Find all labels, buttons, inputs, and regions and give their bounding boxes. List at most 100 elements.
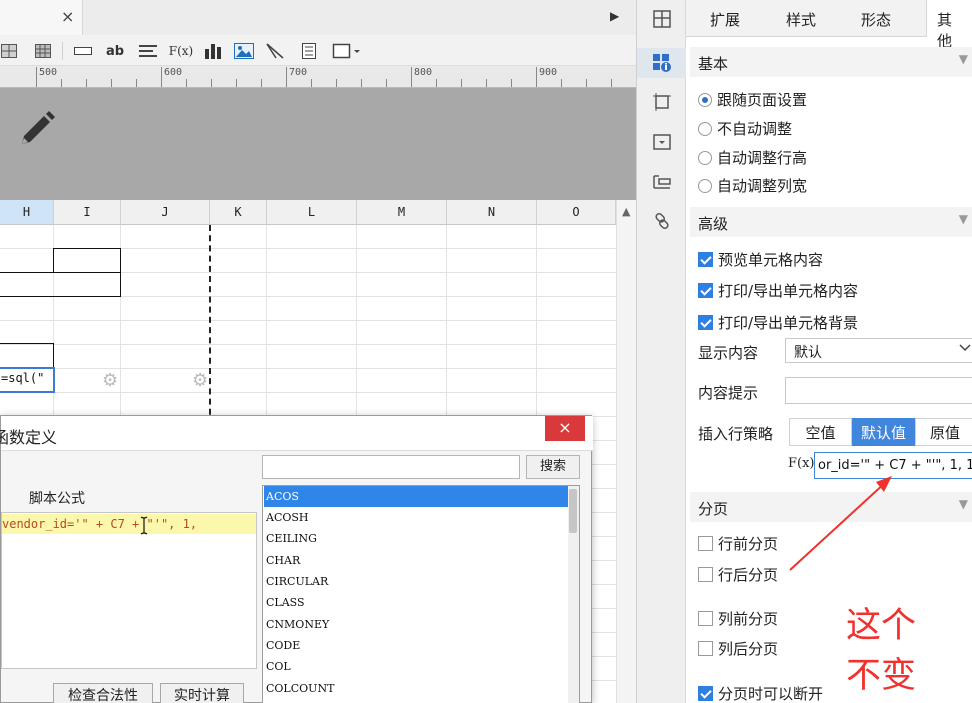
column-header-m[interactable]: M <box>357 200 447 225</box>
checkbox-icon[interactable] <box>698 567 713 582</box>
scrollbar-thumb[interactable] <box>569 489 577 533</box>
bordered-cell[interactable] <box>0 272 121 297</box>
column-header-j[interactable]: J <box>121 200 210 225</box>
border-dropdown-icon[interactable] <box>330 41 364 61</box>
chart-icon[interactable] <box>202 41 224 61</box>
section-collapse-icon[interactable]: ▼ <box>959 212 968 226</box>
radio-icon[interactable] <box>698 178 712 193</box>
function-item[interactable]: CEILING <box>264 528 568 549</box>
checkbox-icon[interactable] <box>698 641 713 656</box>
script-formula-line[interactable]: vendor_id='" + C7 + "'", 1, <box>2 514 256 534</box>
formula-cell-text: =sql(" <box>1 371 45 385</box>
section-collapse-icon[interactable]: ▼ <box>959 497 968 511</box>
function-item[interactable]: CLASS <box>264 592 568 613</box>
gear-icon[interactable]: ⚙ <box>102 370 118 391</box>
hyperlink-icon[interactable] <box>651 210 673 232</box>
function-item[interactable]: COLCOUNT <box>264 678 568 699</box>
image-icon[interactable] <box>233 41 255 61</box>
check-break-after-col[interactable]: 列后分页 <box>698 638 778 659</box>
function-list[interactable]: ACOS ACOSH CEILING CHAR CIRCULAR CLASS C… <box>262 485 580 703</box>
tab-form[interactable]: 形态 <box>861 9 891 30</box>
column-header-i[interactable]: I <box>54 200 121 225</box>
section-basic[interactable]: 基本 ▼ <box>690 47 972 77</box>
condition-attribute-icon[interactable] <box>651 171 673 193</box>
column-header-k[interactable]: K <box>210 200 267 225</box>
check-print-content[interactable]: 打印/导出单元格内容 <box>698 280 858 301</box>
tab-close-icon[interactable]: × <box>61 7 74 26</box>
column-header-o[interactable]: O <box>537 200 616 225</box>
cell-attributes-icon[interactable] <box>637 48 686 78</box>
edit-pencil-icon[interactable] <box>16 106 58 152</box>
radio-icon[interactable] <box>698 121 712 136</box>
insert-option-original[interactable]: 原值 <box>915 418 972 446</box>
column-header-n[interactable]: N <box>447 200 537 225</box>
radio-no-auto-adjust[interactable]: 不自动调整 <box>698 118 792 139</box>
tab-extend[interactable]: 扩展 <box>710 9 740 30</box>
cell-element-icon[interactable] <box>651 8 673 30</box>
split-cells-icon[interactable] <box>33 41 53 61</box>
float-element-icon[interactable] <box>651 91 673 113</box>
section-advanced[interactable]: 高级 ▼ <box>690 207 972 237</box>
function-item[interactable]: CNMONEY <box>264 614 568 635</box>
report-header-area[interactable] <box>0 88 636 200</box>
slash-cell-icon[interactable] <box>264 41 286 61</box>
grid-scrollbar[interactable]: ▲ <box>616 200 636 703</box>
checkbox-icon[interactable] <box>698 536 713 551</box>
script-formula-editor[interactable]: vendor_id='" + C7 + "'", 1, <box>1 512 257 669</box>
section-collapse-icon[interactable]: ▼ <box>959 52 968 66</box>
display-content-select[interactable]: 默认 <box>785 338 972 363</box>
formula-icon[interactable]: F(x) <box>788 456 815 471</box>
radio-icon[interactable] <box>698 92 712 107</box>
function-item[interactable]: ACOSH <box>264 507 568 528</box>
textbox-icon[interactable] <box>72 41 94 61</box>
dialog-title-bar[interactable]: 函数定义 × <box>0 416 593 451</box>
checkbox-icon[interactable] <box>698 611 713 626</box>
checkbox-icon[interactable] <box>698 686 713 701</box>
content-tooltip-input[interactable] <box>785 377 972 404</box>
dialog-close-icon[interactable]: × <box>545 416 585 441</box>
gear-icon[interactable]: ⚙ <box>192 370 208 391</box>
tab-other[interactable]: 其他 <box>926 0 972 50</box>
column-header-l[interactable]: L <box>267 200 357 225</box>
text-tool-icon[interactable]: ab <box>104 41 126 61</box>
tab-style[interactable]: 样式 <box>786 9 816 30</box>
check-break-before-row[interactable]: 行前分页 <box>698 533 778 554</box>
function-item[interactable]: CHAR <box>264 550 568 571</box>
check-break-before-col[interactable]: 列前分页 <box>698 608 778 629</box>
function-item[interactable]: CODE <box>264 635 568 656</box>
formula-icon[interactable]: F(x) <box>168 41 194 61</box>
function-definition-dialog: 函数定义 × 搜索 脚本公式 vendor_id='" + C7 + "'", … <box>0 415 593 703</box>
function-item[interactable]: ACOS <box>264 486 568 507</box>
scroll-up-icon[interactable]: ▲ <box>622 205 630 218</box>
check-print-background[interactable]: 打印/导出单元格背景 <box>698 312 858 333</box>
checkbox-icon[interactable] <box>698 283 713 298</box>
check-preview-content[interactable]: 预览单元格内容 <box>698 249 823 270</box>
chevron-down-icon[interactable] <box>958 341 972 355</box>
function-item[interactable]: CIRCULAR <box>264 571 568 592</box>
check-break-after-row[interactable]: 行后分页 <box>698 564 778 585</box>
panel-collapse-icon[interactable]: ▶ <box>610 9 619 23</box>
bordered-cell[interactable] <box>53 248 121 273</box>
radio-icon[interactable] <box>698 150 712 165</box>
tab-active-report[interactable]: × <box>0 0 83 35</box>
realtime-calc-button[interactable]: 实时计算 <box>160 683 244 703</box>
column-header-h[interactable]: H <box>0 200 54 225</box>
function-item[interactable]: COL <box>264 656 568 677</box>
checkbox-icon[interactable] <box>698 315 713 330</box>
widget-settings-icon[interactable] <box>651 131 673 153</box>
insert-option-default[interactable]: 默认值 <box>852 418 915 446</box>
radio-auto-row-height[interactable]: 自动调整行高 <box>698 147 807 168</box>
function-search-input[interactable] <box>262 455 520 479</box>
radio-auto-col-width[interactable]: 自动调整列宽 <box>698 175 807 196</box>
subreport-icon[interactable] <box>298 41 320 61</box>
insert-option-null[interactable]: 空值 <box>789 418 852 446</box>
align-text-icon[interactable] <box>137 41 159 61</box>
bordered-cell[interactable] <box>0 343 54 368</box>
radio-follow-page[interactable]: 跟随页面设置 <box>698 89 807 110</box>
check-allow-break[interactable]: 分页时可以断开 <box>698 683 823 703</box>
function-list-scrollbar[interactable] <box>568 486 579 703</box>
check-validity-button[interactable]: 检查合法性 <box>53 683 153 703</box>
merge-cells-icon[interactable] <box>0 41 18 61</box>
checkbox-icon[interactable] <box>698 252 713 267</box>
search-button[interactable]: 搜索 <box>526 455 580 479</box>
